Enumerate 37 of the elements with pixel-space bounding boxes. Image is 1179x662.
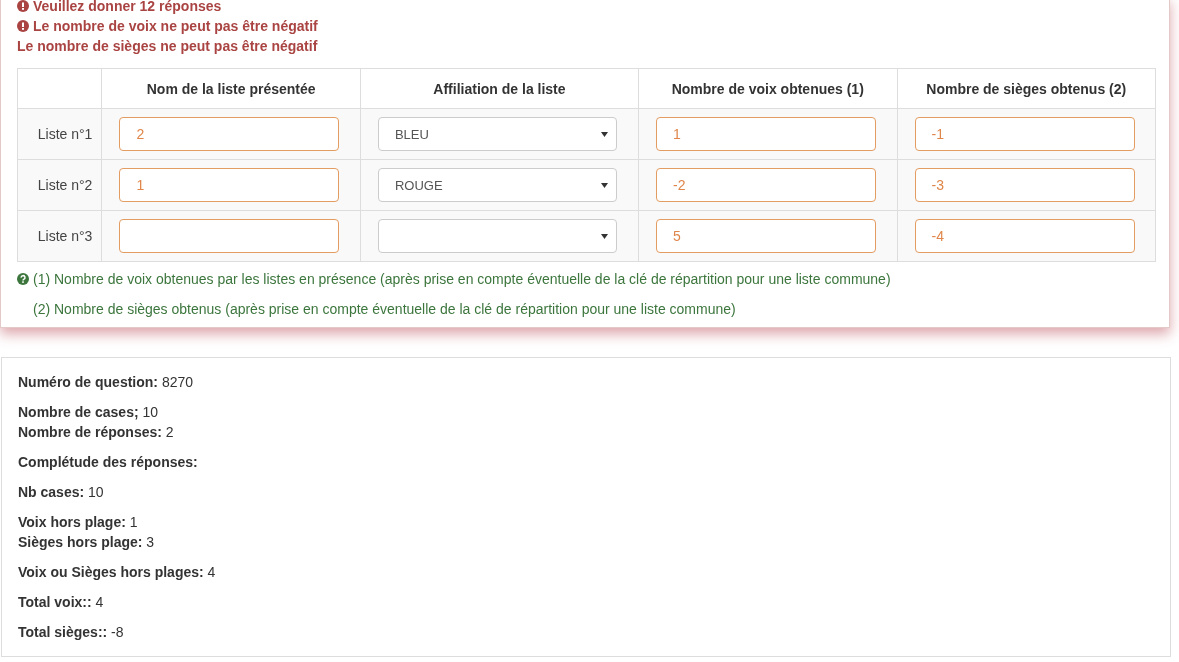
footnote: (1) Nombre de voix obtenues par les listes en présence (après prise en compte éventuelle de la clé de répartition pour une liste commune) [33, 270, 891, 289]
info-line: Nombre de cases; 10 [18, 403, 160, 422]
votes-field[interactable]: -2 [656, 168, 876, 202]
info-line: Total voix:: 4 [18, 593, 105, 612]
error-message: Veuillez donner 12 réponses [33, 0, 222, 16]
column-header: Nom de la liste présentée [101, 68, 361, 109]
row-label: Liste n°3 [37, 228, 93, 244]
caret-icon [600, 131, 608, 137]
name-field[interactable] [119, 219, 340, 253]
caret-icon [600, 182, 608, 188]
info-line: Voix ou Sièges hors plages: 4 [18, 563, 217, 582]
column-header: Nombre de voix obtenues (1) [638, 68, 897, 109]
info-line: Nb cases: 10 [18, 483, 105, 502]
seats-field[interactable]: -3 [914, 168, 1135, 202]
affiliation-select[interactable]: BLEU [377, 117, 617, 151]
error-message: Le nombre de voix ne peut pas être négatif [33, 17, 318, 36]
votes-field[interactable]: 5 [656, 219, 876, 253]
row-label: Liste n°2 [37, 177, 93, 193]
name-field[interactable]: 1 [119, 168, 340, 202]
info-line: Nombre de réponses: 2 [18, 423, 175, 442]
affiliation-select[interactable] [377, 219, 617, 253]
info-line: Numéro de question: 8270 [18, 373, 195, 392]
info-line: Total sièges:: -8 [18, 623, 125, 642]
votes-field[interactable]: 1 [656, 117, 876, 151]
caret-icon [600, 233, 608, 239]
column-header: Nombre de sièges obtenus (2) [897, 68, 1156, 109]
column-header: Affiliation de la liste [360, 68, 639, 109]
info-line: Sièges hors plage: 3 [18, 533, 156, 552]
row-label: Liste n°1 [37, 126, 93, 142]
affiliation-select[interactable]: ROUGE [377, 168, 617, 202]
seats-field[interactable]: -4 [914, 219, 1135, 253]
info-line: Voix hors plage: 1 [18, 513, 139, 532]
seats-field[interactable]: -1 [914, 117, 1135, 151]
footnote: (2) Nombre de sièges obtenus (après prise en compte éventuelle de la clé de répartition pour une liste commune) [33, 300, 736, 319]
name-field[interactable]: 2 [119, 117, 340, 151]
info-line: Complétude des réponses: [18, 453, 199, 472]
error-message: Le nombre de sièges ne peut pas être négatif [17, 37, 318, 56]
